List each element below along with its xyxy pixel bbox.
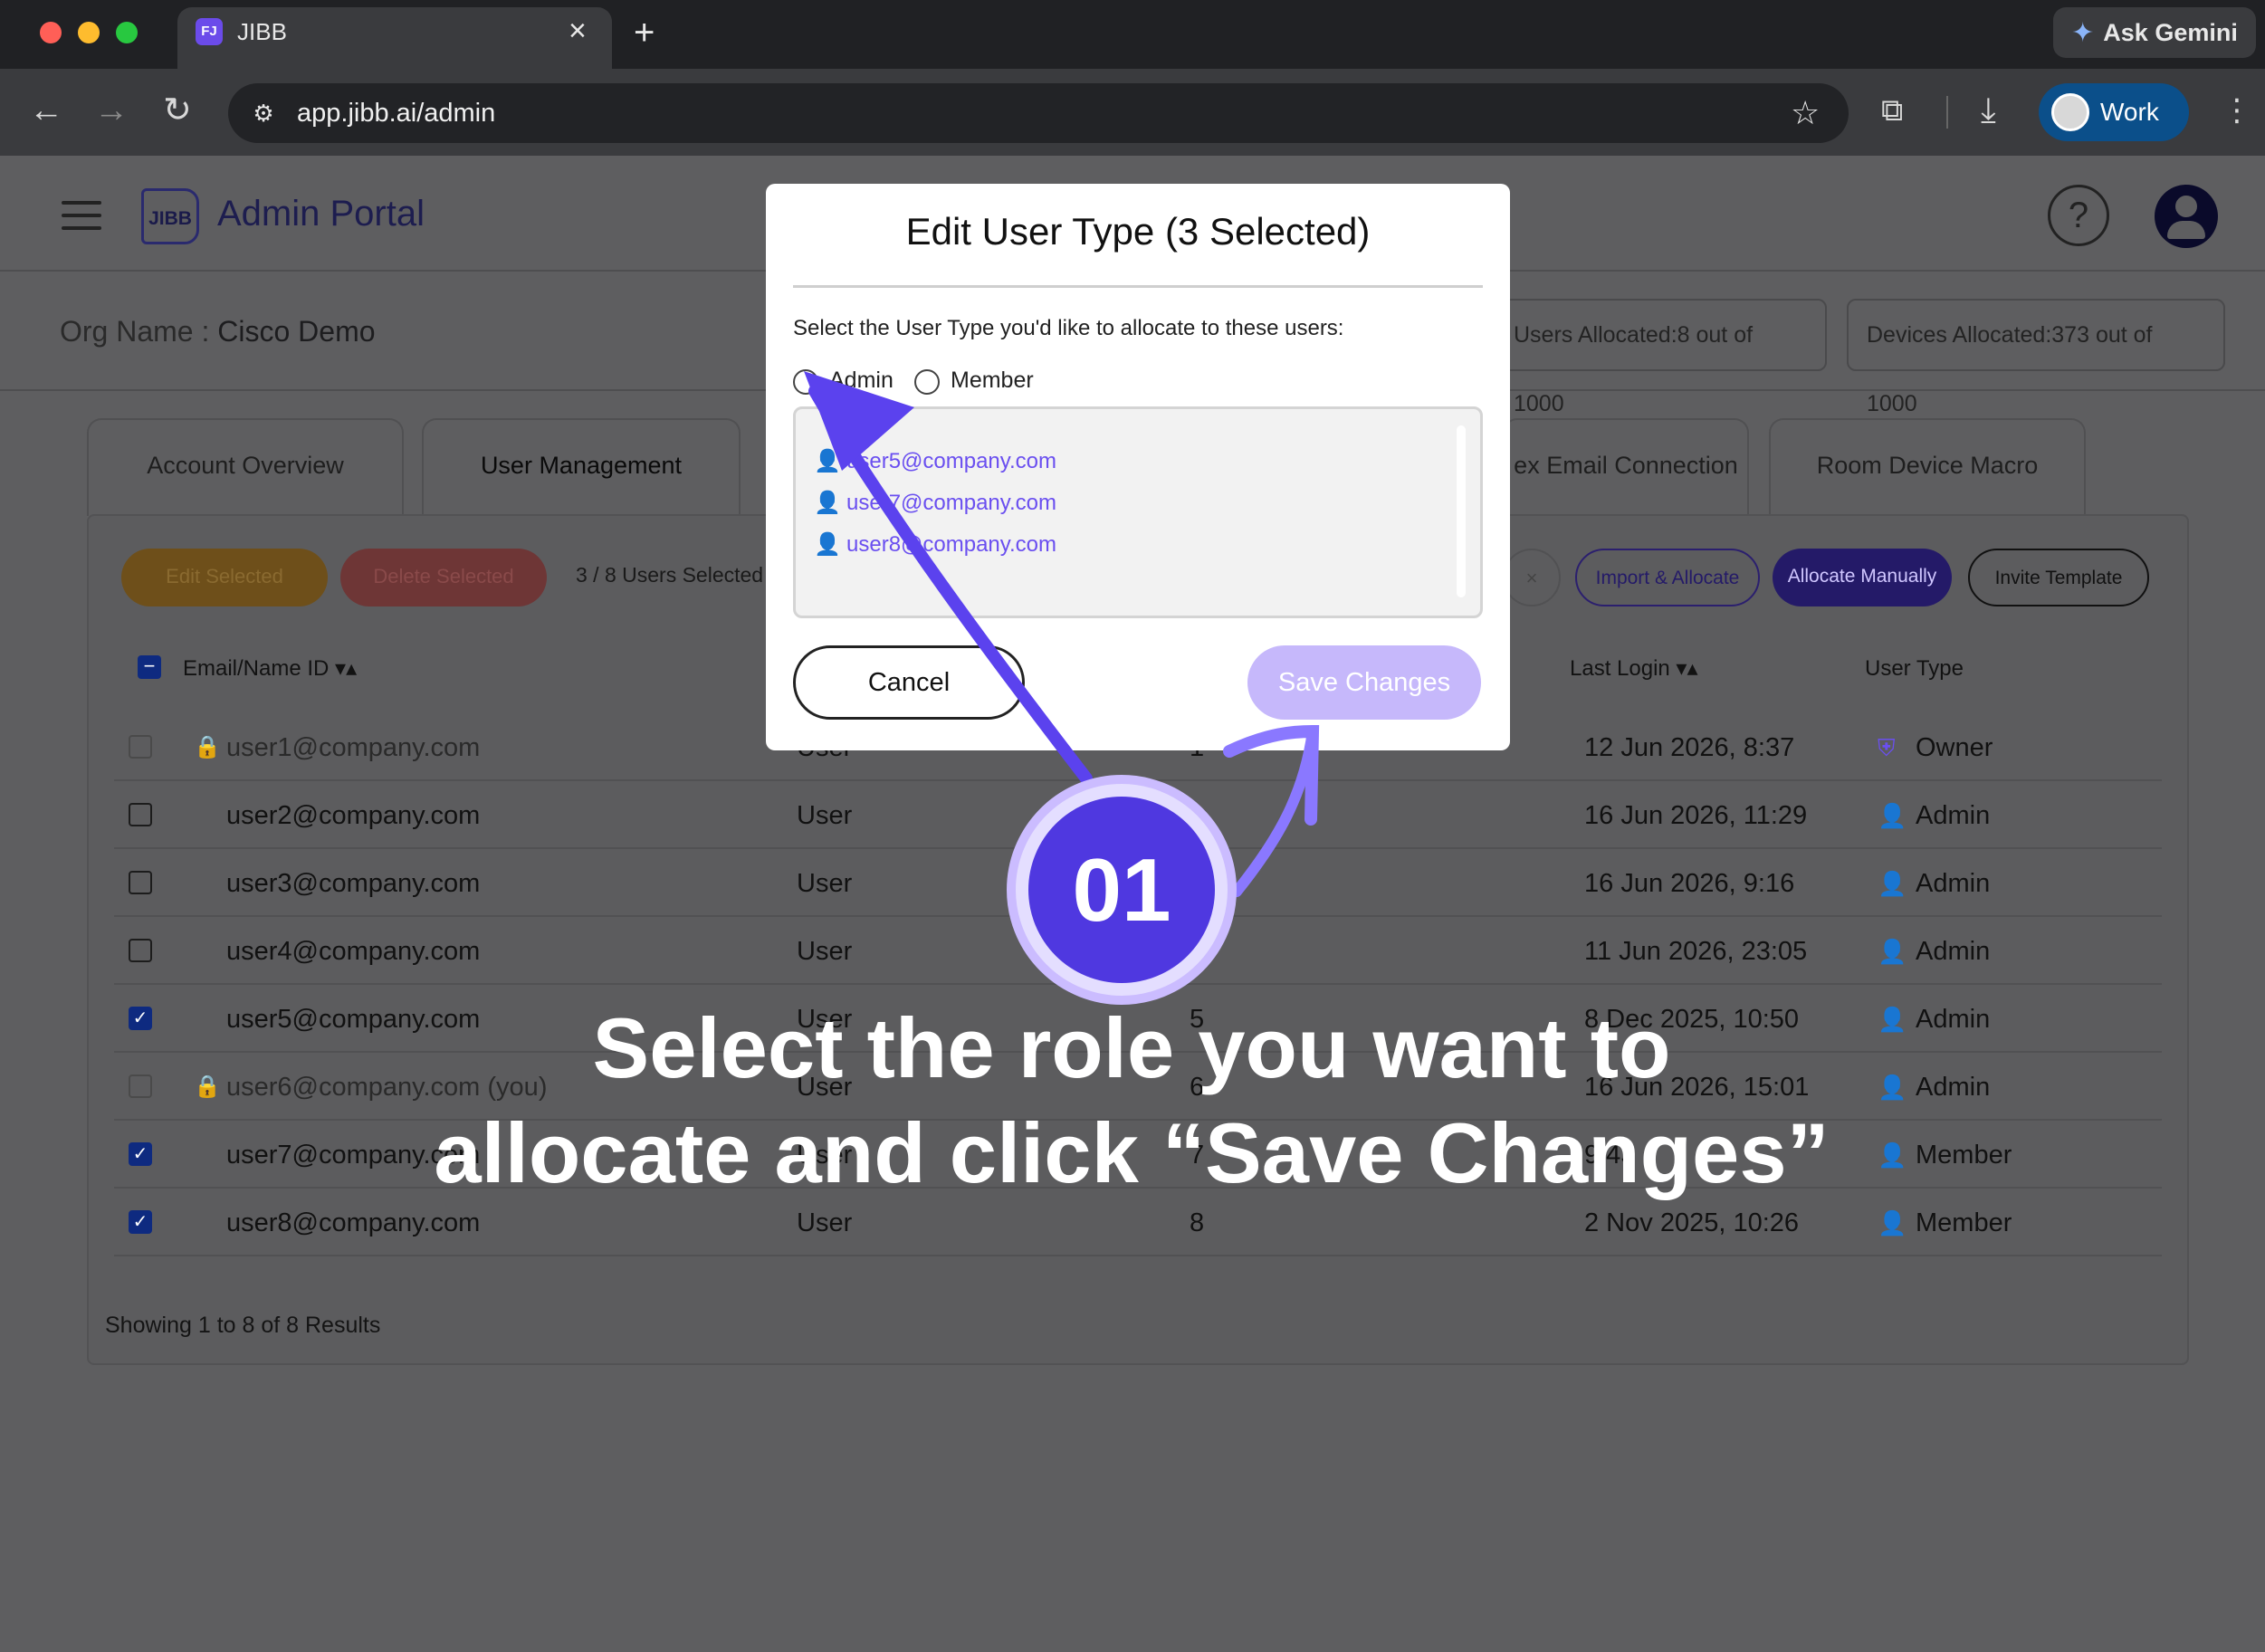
step-number-badge: 01 [1007,775,1237,1005]
arrow-to-save-button [1231,726,1318,897]
caption-line-1: Select the role you want to [592,1000,1671,1095]
caption-line-2: allocate and click “Save Changes” [434,1105,1830,1200]
instruction-caption: Select the role you want to allocate and… [272,996,1992,1206]
step-number: 01 [1028,797,1215,983]
